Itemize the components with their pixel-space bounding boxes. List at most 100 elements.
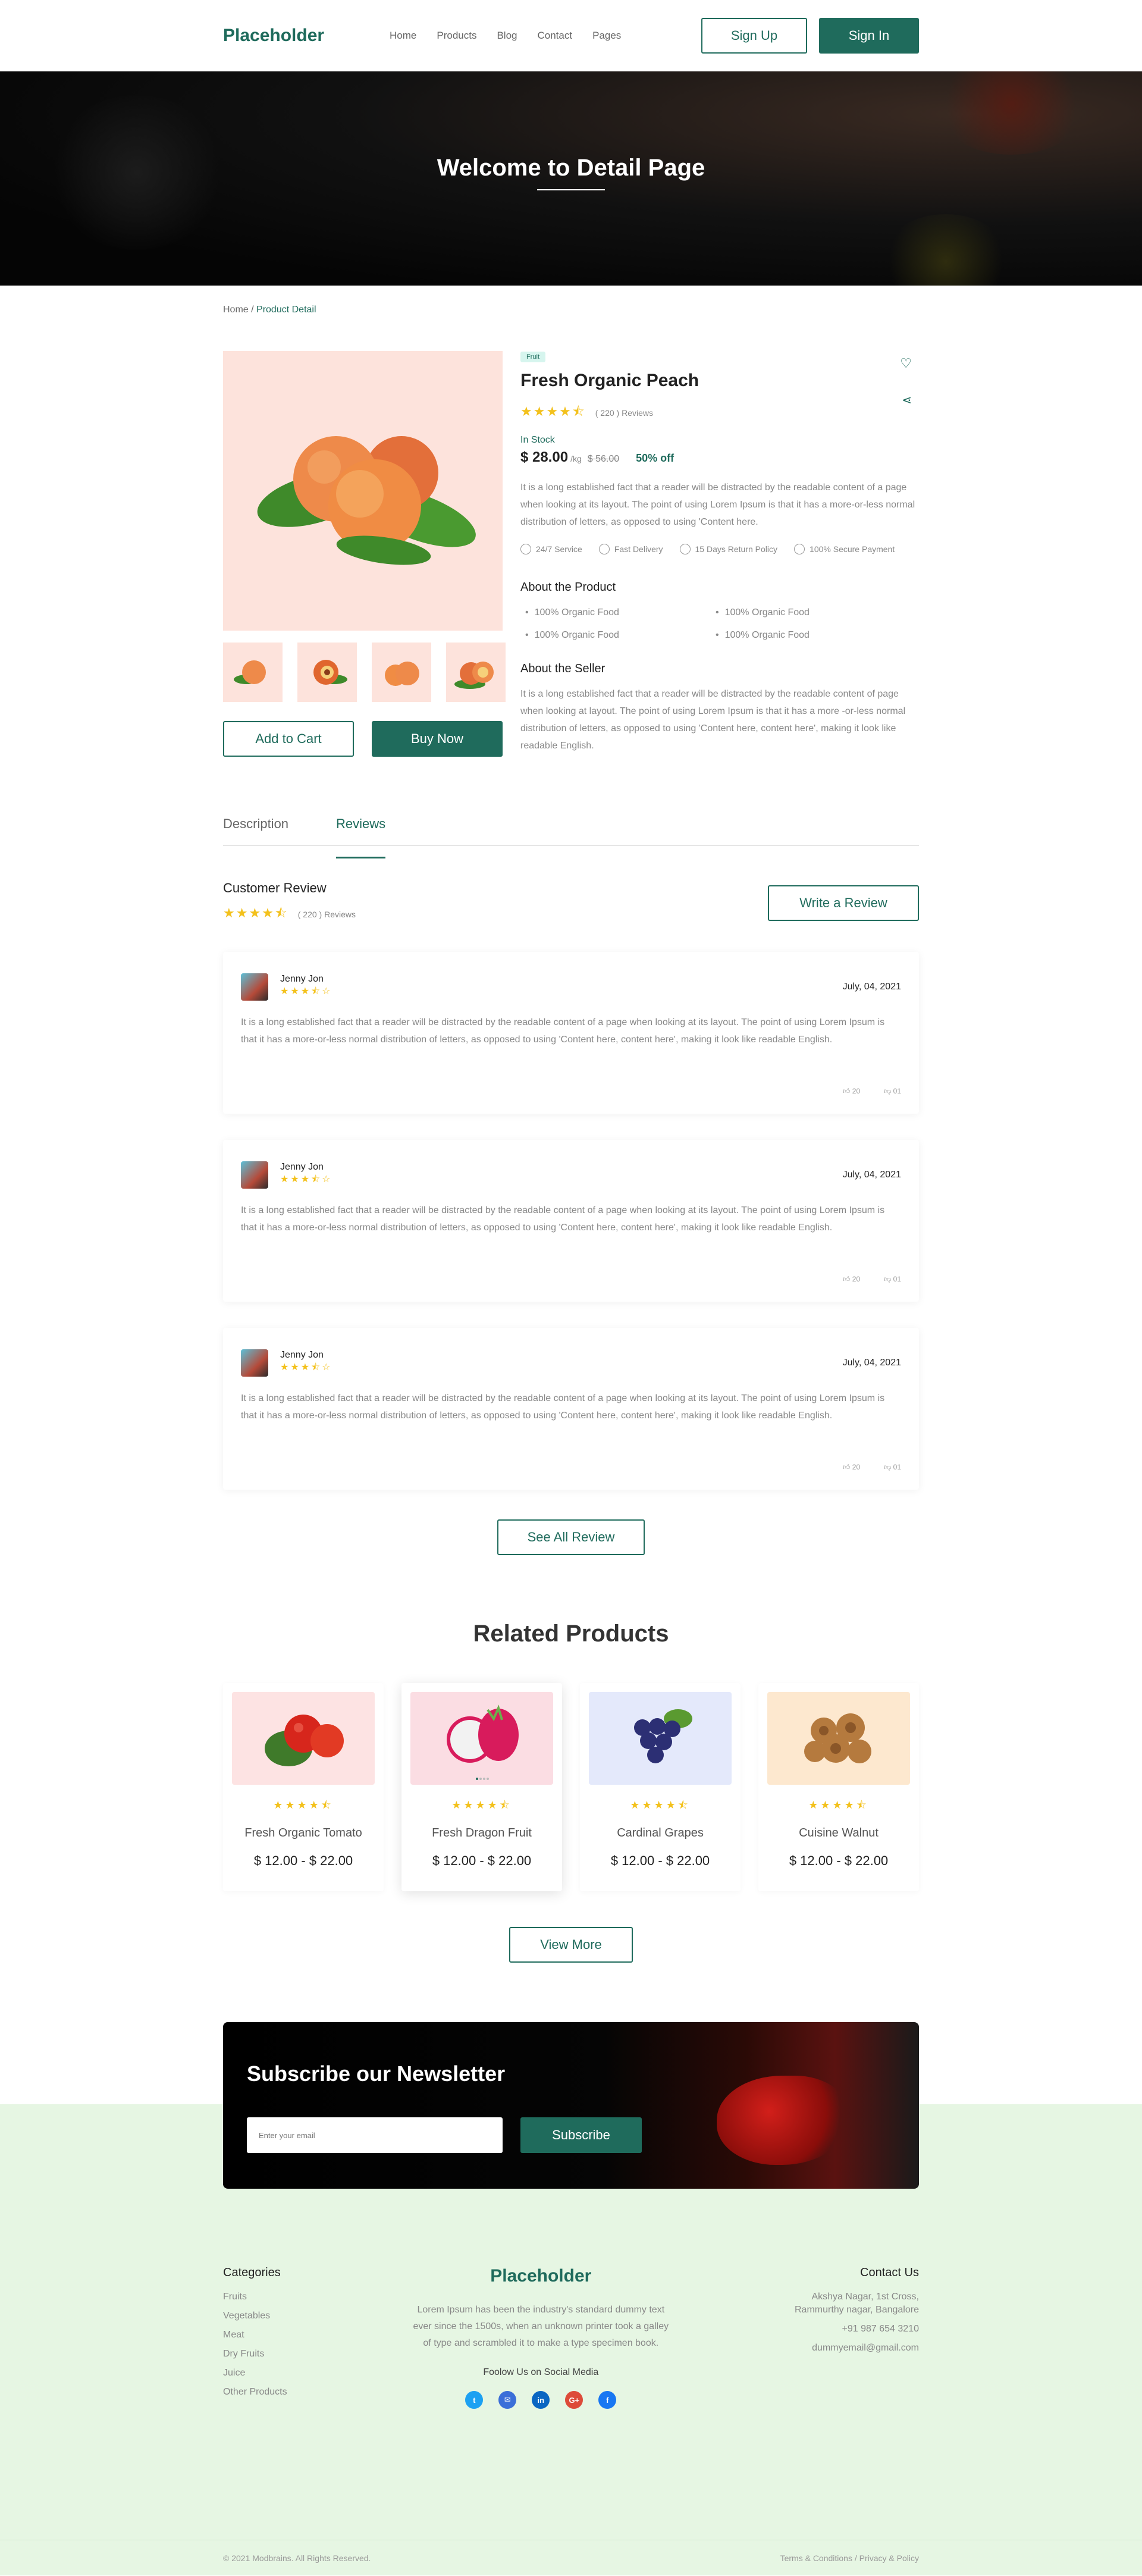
- email-input[interactable]: [247, 2117, 503, 2153]
- thumbnail-4[interactable]: [446, 643, 506, 702]
- see-all-reviews-button[interactable]: See All Review: [497, 1519, 645, 1555]
- tab-description[interactable]: Description: [223, 816, 288, 845]
- twitter-icon[interactable]: t: [465, 2391, 484, 2409]
- site-logo[interactable]: Placeholder: [223, 26, 390, 46]
- like-button[interactable]: 👍︎ 20: [843, 1463, 860, 1472]
- hero-decoration: [934, 71, 1088, 155]
- product-description: It is a long established fact that a rea…: [520, 482, 915, 527]
- dislike-count: 01: [893, 1087, 901, 1095]
- star-rating: ★★★★⯪: [808, 1799, 869, 1811]
- subscribe-button[interactable]: Subscribe: [520, 2117, 642, 2153]
- view-more-button[interactable]: View More: [509, 1927, 633, 1963]
- reviewer-name: Jenny Jon: [280, 1349, 324, 1360]
- footer-category-link[interactable]: Meat: [223, 2330, 287, 2340]
- like-button[interactable]: 👍︎ 20: [843, 1275, 860, 1284]
- footer-categories-title: Categories: [223, 2266, 281, 2279]
- like-button[interactable]: 👍︎ 20: [843, 1087, 860, 1096]
- copyright-text: © 2021 Modbrains. All Rights Reserved.: [223, 2553, 371, 2563]
- product-card-price: $ 12.00 - $ 22.00: [432, 1853, 532, 1868]
- footer-phone[interactable]: +91 987 654 3210: [795, 2324, 919, 2334]
- email-icon[interactable]: ✉: [498, 2391, 517, 2409]
- heart-icon[interactable]: ♡: [900, 356, 912, 371]
- dislike-button[interactable]: 👎︎ 01: [884, 1463, 901, 1472]
- nav-pages[interactable]: Pages: [592, 30, 621, 42]
- star-rating: ★★★★⯪: [520, 404, 586, 419]
- dislike-button[interactable]: 👎︎ 01: [884, 1087, 901, 1096]
- footer-category-link[interactable]: Other Products: [223, 2387, 287, 2398]
- review-votes: 👍︎ 20 👎︎ 01: [843, 1087, 901, 1096]
- footer-category-link[interactable]: Vegetables: [223, 2311, 287, 2321]
- product-card[interactable]: ★★★★⯪ Cuisine Walnut $ 12.00 - $ 22.00: [758, 1683, 919, 1891]
- review-count[interactable]: ( 220 ) Reviews: [595, 408, 653, 418]
- copyright-bar: © 2021 Modbrains. All Rights Reserved. T…: [0, 2540, 1142, 2575]
- product-thumbnails: [223, 643, 506, 702]
- sign-in-button[interactable]: Sign In: [819, 18, 919, 54]
- thumbnail-2[interactable]: [297, 643, 357, 702]
- footer-category-link[interactable]: Juice: [223, 2368, 287, 2378]
- dislike-button[interactable]: 👎︎ 01: [884, 1275, 901, 1284]
- tab-reviews[interactable]: Reviews: [336, 816, 386, 858]
- product-detail: Add to Cart Buy Now ♡ ⋖ Fruit Fresh Orga…: [223, 351, 919, 757]
- nav-products[interactable]: Products: [437, 30, 476, 42]
- reviewer-name: Jenny Jon: [280, 1161, 324, 1172]
- footer-address-line: Rammurthy nagar, Bangalore: [794, 2305, 919, 2315]
- review-list: Jenny Jon ★★★⯪☆ July, 04, 2021 It is a l…: [223, 952, 919, 1490]
- clock-icon: [520, 544, 531, 554]
- product-card-price: $ 12.00 - $ 22.00: [610, 1853, 710, 1868]
- review-card: Jenny Jon ★★★⯪☆ July, 04, 2021 It is a l…: [223, 952, 919, 1114]
- product-title: Fresh Organic Peach: [520, 371, 699, 390]
- footer-description: Lorem Ipsum has been the industry's stan…: [413, 2305, 669, 2348]
- follow-label: Foolow Us on Social Media: [483, 2367, 599, 2377]
- newsletter-box: Subscribe our Newsletter Subscribe: [223, 2022, 919, 2189]
- breadcrumb-home[interactable]: Home: [223, 305, 249, 315]
- old-price: $ 56.00: [587, 454, 620, 464]
- footer-email[interactable]: dummyemail@gmail.com: [795, 2343, 919, 2354]
- buy-now-button[interactable]: Buy Now: [372, 721, 503, 757]
- about-item: 100% Organic Food: [711, 607, 901, 618]
- review-author-info: Jenny Jon ★★★⯪☆: [280, 1162, 332, 1189]
- footer-categories: Categories Fruits Vegetables Meat Dry Fr…: [223, 2266, 287, 2409]
- footer-logo[interactable]: Placeholder: [410, 2266, 672, 2286]
- about-seller-title: About the Seller: [520, 662, 605, 675]
- return-icon: [679, 544, 691, 554]
- pepper-decoration: [717, 2076, 848, 2165]
- linkedin-icon[interactable]: in: [532, 2391, 550, 2409]
- nav-contact[interactable]: Contact: [537, 30, 572, 42]
- footer-category-link[interactable]: Dry Fruits: [223, 2349, 287, 2359]
- footer-category-link[interactable]: Fruits: [223, 2292, 287, 2302]
- google-plus-icon[interactable]: G+: [565, 2391, 583, 2409]
- product-gallery: Add to Cart Buy Now: [223, 351, 506, 757]
- write-review-button[interactable]: Write a Review: [768, 885, 919, 921]
- about-item: 100% Organic Food: [520, 630, 711, 641]
- thumbnail-3[interactable]: [372, 643, 431, 702]
- avatar: [241, 1161, 268, 1189]
- share-icon[interactable]: ⋖: [902, 393, 912, 408]
- review-votes: 👍︎ 20 👎︎ 01: [843, 1275, 901, 1284]
- footer-brand: Placeholder Lorem Ipsum has been the ind…: [410, 2266, 672, 2409]
- add-to-cart-button[interactable]: Add to Cart: [223, 721, 354, 757]
- product-price: $ 28.00: [520, 449, 569, 465]
- price-row: $ 28.00 /kg $ 56.00 50% off: [520, 449, 919, 466]
- nav-home[interactable]: Home: [390, 30, 416, 42]
- about-product-title: About the Product: [520, 581, 616, 594]
- breadcrumb-current: Product Detail: [256, 305, 316, 315]
- facebook-icon[interactable]: f: [598, 2391, 617, 2409]
- nav-blog[interactable]: Blog: [497, 30, 517, 42]
- summary-rating: ★★★★⯪ ( 220 ) Reviews: [223, 903, 356, 926]
- newsletter-section: Subscribe our Newsletter Subscribe: [0, 2022, 1142, 2266]
- product-card[interactable]: ★★★★⯪ Cardinal Grapes $ 12.00 - $ 22.00: [580, 1683, 741, 1891]
- like-count: 20: [852, 1463, 861, 1471]
- about-item: 100% Organic Food: [520, 607, 711, 618]
- product-card[interactable]: ★★★★⯪ Fresh Organic Tomato $ 12.00 - $ 2…: [223, 1683, 384, 1891]
- thumbnail-1[interactable]: [223, 643, 283, 702]
- feature-payment: 100% Secure Payment: [794, 544, 895, 554]
- review-votes: 👍︎ 20 👎︎ 01: [843, 1463, 901, 1472]
- legal-links[interactable]: Terms & Conditions / Privacy & Policy: [780, 2553, 919, 2563]
- product-card[interactable]: ★★★★⯪ Fresh Dragon Fruit $ 12.00 - $ 22.…: [401, 1683, 562, 1891]
- footer-contact: Contact Us Akshya Nagar, 1st Cross, Ramm…: [795, 2266, 919, 2409]
- sign-up-button[interactable]: Sign Up: [701, 18, 807, 54]
- review-card: Jenny Jon ★★★⯪☆ July, 04, 2021 It is a l…: [223, 1328, 919, 1490]
- related-products-title: Related Products: [473, 1621, 669, 1647]
- avatar: [241, 1349, 268, 1377]
- product-card-image: [232, 1692, 375, 1785]
